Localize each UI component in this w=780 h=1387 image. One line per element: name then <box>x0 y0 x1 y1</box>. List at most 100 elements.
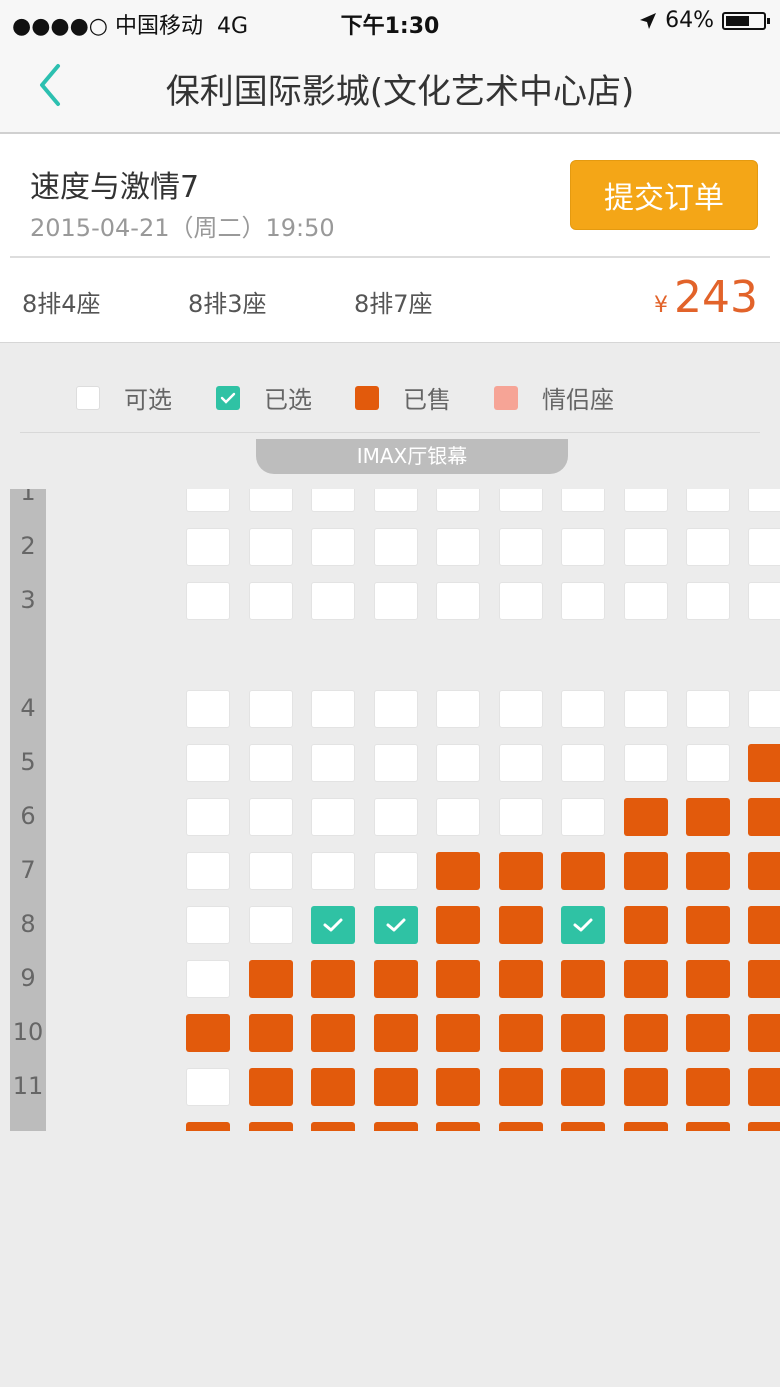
selected-seat[interactable] <box>311 906 355 944</box>
available-seat[interactable] <box>499 744 543 782</box>
available-seat[interactable] <box>436 798 480 836</box>
available-seat[interactable] <box>311 744 355 782</box>
available-seat[interactable] <box>249 528 293 566</box>
available-seat[interactable] <box>186 852 230 890</box>
available-seat[interactable] <box>748 528 780 566</box>
sold-seat <box>311 1014 355 1052</box>
available-seat[interactable] <box>186 528 230 566</box>
available-seat[interactable] <box>686 528 730 566</box>
available-seat[interactable] <box>624 489 668 512</box>
available-seat[interactable] <box>186 489 230 512</box>
available-seat[interactable] <box>186 744 230 782</box>
status-bar: ●●●●○ 中国移动 4G 下午1:30 64% <box>0 0 780 44</box>
seat-legend: 可选 已选 已售 情侣座 <box>0 370 780 416</box>
available-seat[interactable] <box>311 528 355 566</box>
sold-seat <box>748 906 780 944</box>
price-value: 243 <box>674 272 758 323</box>
available-seat[interactable] <box>249 582 293 620</box>
sold-seat <box>624 1122 668 1131</box>
selected-seats-list: 8排4座 8排3座 8排7座 <box>22 284 520 319</box>
available-seat[interactable] <box>499 528 543 566</box>
available-seat[interactable] <box>436 744 480 782</box>
sold-seat <box>561 1014 605 1052</box>
available-seat[interactable] <box>374 582 418 620</box>
submit-order-button[interactable]: 提交订单 <box>570 160 758 230</box>
sold-seat <box>374 1068 418 1106</box>
available-seat[interactable] <box>561 528 605 566</box>
sold-seat <box>624 852 668 890</box>
row-number: 9 <box>20 964 36 992</box>
available-seat[interactable] <box>311 582 355 620</box>
legend-label: 已选 <box>264 386 312 414</box>
available-seat[interactable] <box>624 528 668 566</box>
sold-seat <box>748 1014 780 1052</box>
selected-seat[interactable] <box>561 906 605 944</box>
available-seat[interactable] <box>561 582 605 620</box>
available-seat[interactable] <box>186 1068 230 1106</box>
row-number: 7 <box>20 856 36 884</box>
sold-seat <box>499 906 543 944</box>
available-seat[interactable] <box>624 690 668 728</box>
sold-seat <box>436 852 480 890</box>
sold-seat <box>249 1068 293 1106</box>
sold-seat <box>499 960 543 998</box>
available-seat[interactable] <box>561 798 605 836</box>
available-seat[interactable] <box>624 582 668 620</box>
available-seat[interactable] <box>374 489 418 512</box>
available-seat[interactable] <box>186 798 230 836</box>
selected-seat[interactable] <box>374 906 418 944</box>
available-seat[interactable] <box>374 744 418 782</box>
selected-seat-icon <box>216 385 240 410</box>
available-seat[interactable] <box>436 489 480 512</box>
available-seat[interactable] <box>686 489 730 512</box>
available-seat[interactable] <box>311 690 355 728</box>
sold-seat <box>436 1068 480 1106</box>
available-seat[interactable] <box>748 582 780 620</box>
available-seat[interactable] <box>186 690 230 728</box>
available-seat[interactable] <box>249 690 293 728</box>
sold-seat <box>686 852 730 890</box>
available-seat[interactable] <box>249 852 293 890</box>
available-seat[interactable] <box>686 744 730 782</box>
available-seat[interactable] <box>374 690 418 728</box>
available-seat[interactable] <box>561 489 605 512</box>
available-seat[interactable] <box>311 489 355 512</box>
legend-sold: 已售 <box>355 380 451 415</box>
available-seat[interactable] <box>186 960 230 998</box>
available-seat[interactable] <box>499 798 543 836</box>
sold-seat <box>374 1014 418 1052</box>
selected-seat[interactable]: 8排4座 <box>22 284 188 319</box>
selected-seat[interactable]: 8排7座 <box>354 284 520 319</box>
available-seat[interactable] <box>561 690 605 728</box>
available-seat[interactable] <box>748 489 780 512</box>
available-seat[interactable] <box>436 582 480 620</box>
available-seat[interactable] <box>249 798 293 836</box>
available-seat[interactable] <box>249 744 293 782</box>
available-seat[interactable] <box>249 906 293 944</box>
available-seat[interactable] <box>374 852 418 890</box>
check-icon <box>386 918 406 932</box>
available-seat[interactable] <box>499 489 543 512</box>
available-seat[interactable] <box>499 690 543 728</box>
available-seat[interactable] <box>624 744 668 782</box>
available-seat[interactable] <box>686 690 730 728</box>
selected-seat[interactable]: 8排3座 <box>188 284 354 319</box>
available-seat[interactable] <box>249 489 293 512</box>
sold-seat <box>686 798 730 836</box>
available-seat[interactable] <box>374 528 418 566</box>
sold-seat <box>624 1068 668 1106</box>
available-seat[interactable] <box>311 852 355 890</box>
available-seat[interactable] <box>686 582 730 620</box>
available-seat[interactable] <box>311 798 355 836</box>
available-seat[interactable] <box>499 582 543 620</box>
available-seat[interactable] <box>748 690 780 728</box>
sold-seat <box>686 960 730 998</box>
available-seat[interactable] <box>436 690 480 728</box>
legend-label: 情侣座 <box>542 386 614 414</box>
available-seat[interactable] <box>561 744 605 782</box>
sold-seat <box>748 1122 780 1131</box>
available-seat[interactable] <box>374 798 418 836</box>
available-seat[interactable] <box>186 582 230 620</box>
available-seat[interactable] <box>186 906 230 944</box>
available-seat[interactable] <box>436 528 480 566</box>
